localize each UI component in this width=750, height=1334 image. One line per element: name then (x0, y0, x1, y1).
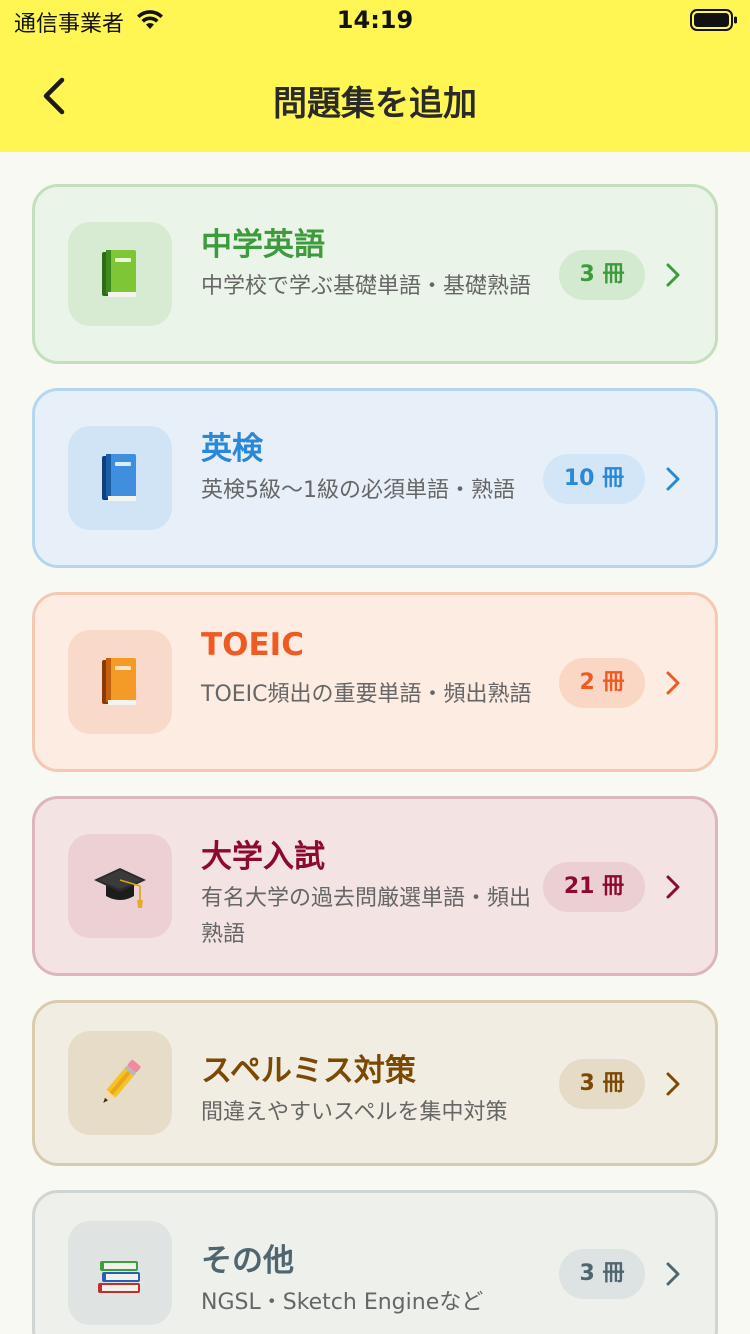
category-description: NGSL・Sketch Engineなど (201, 1290, 484, 1315)
category-icon-box (68, 1031, 172, 1135)
blue-book-icon (102, 454, 136, 501)
category-description: 間違えやすいスペルを集中対策 (201, 1100, 508, 1125)
status-bar: 通信事業者 14:19 (0, 0, 750, 40)
category-description: 英検5級〜1級の必須単語・熟語 (201, 478, 515, 503)
book-count-badge: 3 冊 (559, 250, 645, 300)
navigation-bar: 問題集を追加 (0, 40, 750, 152)
battery-icon (690, 9, 737, 31)
category-card-university-entrance[interactable]: 大学入試 有名大学の過去問厳選単語・頻出熟語 21 冊 (32, 796, 718, 976)
green-book-icon (102, 250, 136, 297)
books-stack-icon (98, 1261, 140, 1293)
category-title: 英検 (201, 431, 263, 467)
book-count-badge: 21 冊 (543, 862, 645, 912)
category-card-toeic[interactable]: TOEIC TOEIC頻出の重要単語・頻出熟語 2 冊 (32, 592, 718, 772)
book-count-badge: 3 冊 (559, 1059, 645, 1109)
category-title: TOEIC (201, 627, 304, 663)
category-card-others[interactable]: その他 NGSL・Sketch Engineなど 3 冊 (32, 1190, 718, 1334)
category-icon-box (68, 222, 172, 326)
chevron-right-icon (666, 1262, 680, 1286)
page-title: 問題集を追加 (273, 84, 477, 124)
category-icon-box (68, 1221, 172, 1325)
category-title: その他 (201, 1243, 294, 1279)
chevron-right-icon (666, 875, 680, 899)
book-count-badge: 2 冊 (559, 658, 645, 708)
category-description: 有名大学の過去問厳選単語・頻出熟語 (201, 886, 532, 947)
category-title: スペルミス対策 (201, 1053, 416, 1089)
category-title: 中学英語 (201, 227, 325, 263)
category-description: 中学校で学ぶ基礎単語・基礎熟語 (201, 274, 532, 299)
category-icon-box (68, 426, 172, 530)
status-time: 14:19 (336, 6, 414, 34)
category-icon-box (68, 834, 172, 938)
book-count-badge: 3 冊 (559, 1249, 645, 1299)
category-description: TOEIC頻出の重要単語・頻出熟語 (201, 682, 532, 707)
chevron-right-icon (666, 1072, 680, 1096)
pencil-icon (103, 1060, 141, 1103)
chevron-right-icon (666, 263, 680, 287)
graduation-cap-icon (94, 868, 146, 908)
category-card-spelling[interactable]: スペルミス対策 間違えやすいスペルを集中対策 3 冊 (32, 1000, 718, 1166)
category-title: 大学入試 (201, 839, 325, 875)
category-icon-box (68, 630, 172, 734)
book-count-badge: 10 冊 (543, 454, 645, 504)
category-card-eiken[interactable]: 英検 英検5級〜1級の必須単語・熟語 10 冊 (32, 388, 718, 568)
category-card-junior-high-english[interactable]: 中学英語 中学校で学ぶ基礎単語・基礎熟語 3 冊 (32, 184, 718, 364)
chevron-right-icon (666, 467, 680, 491)
orange-book-icon (102, 658, 136, 705)
chevron-right-icon (666, 671, 680, 695)
